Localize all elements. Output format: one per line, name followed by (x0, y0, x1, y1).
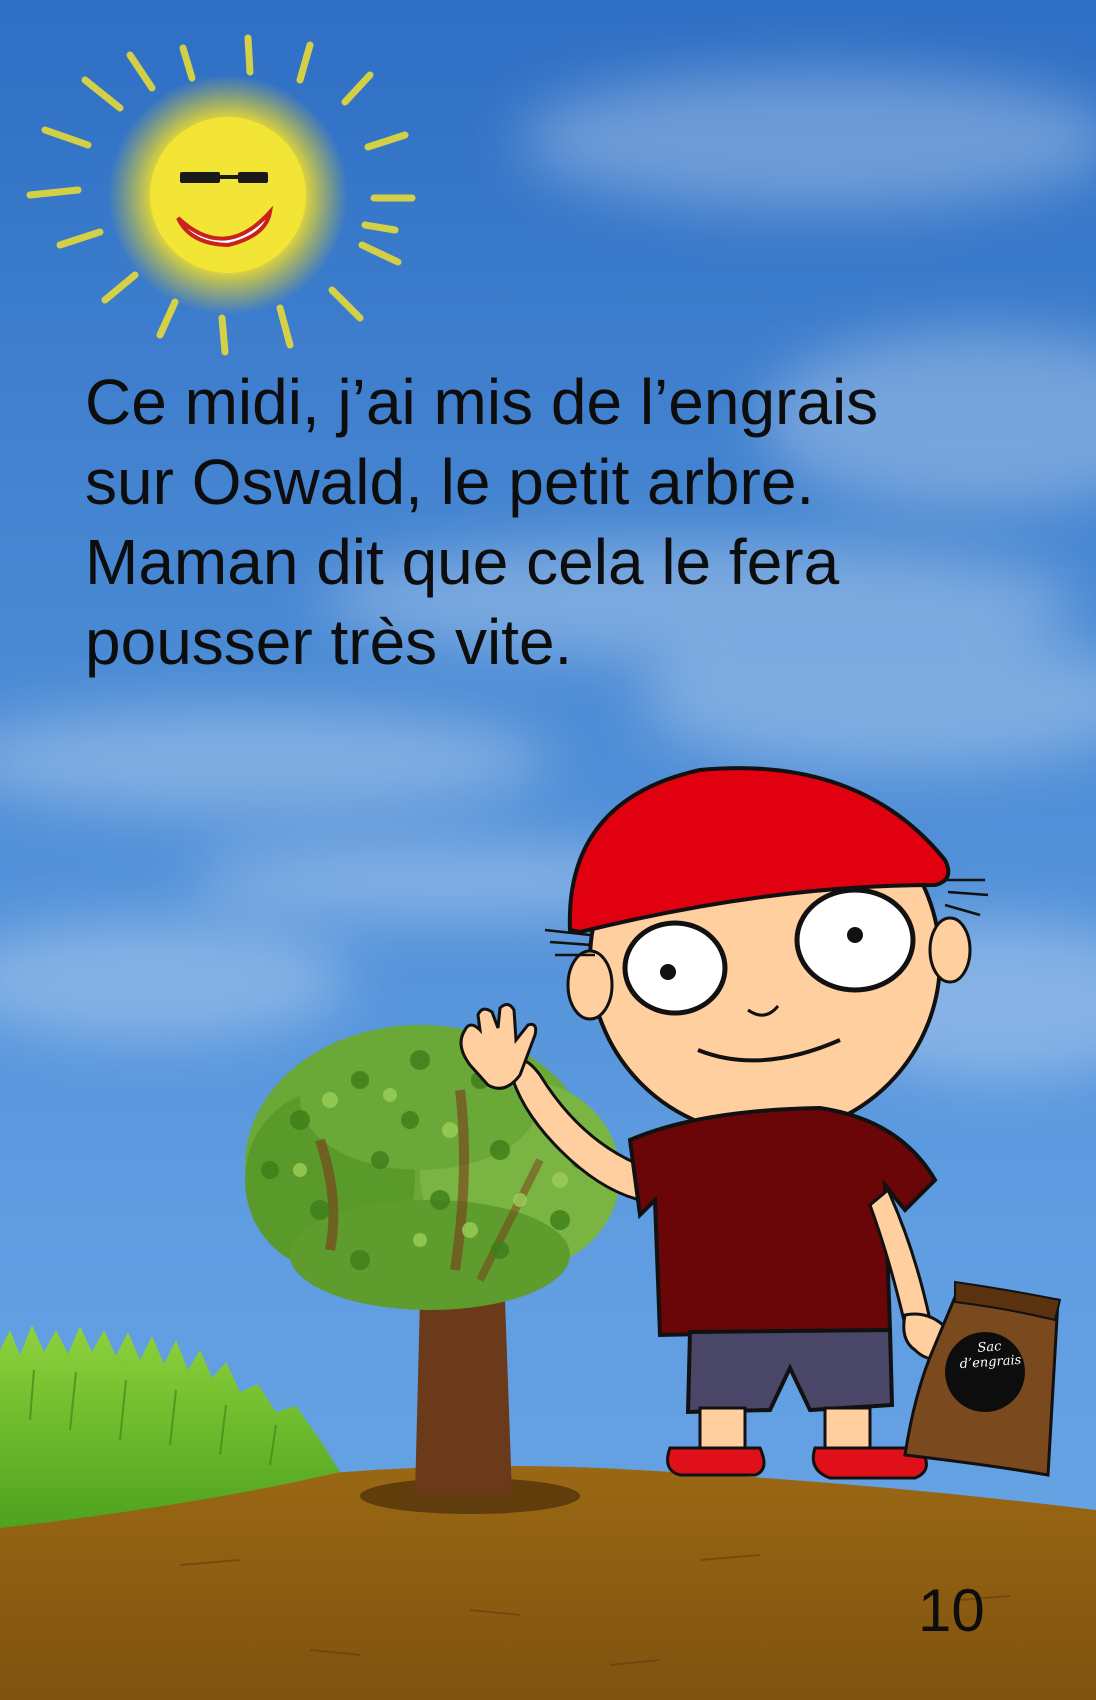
boy-character (459, 766, 989, 1480)
fertilizer-bag-label: Sac d’engrais (949, 1337, 1031, 1373)
boy-right-ear (928, 916, 972, 984)
story-line-3: Maman dit que cela le fera (85, 526, 840, 598)
storybook-page: Sac d’engrais Ce midi, j’ai mis de l’eng… (0, 0, 1096, 1700)
page-number: 10 (918, 1577, 985, 1644)
fertilizer-bag-label-line1: Sac (977, 1339, 1002, 1356)
boy-left-ear (566, 949, 614, 1021)
boy-left-shoe (666, 1446, 766, 1477)
sun (26, 34, 416, 356)
story-line-2: sur Oswald, le petit arbre. (85, 446, 815, 518)
tree-foliage (245, 1025, 620, 1310)
story-line-1: Ce midi, j’ai mis de l’engrais (85, 366, 879, 438)
illustration (0, 34, 1096, 1700)
tree-trunk (415, 1300, 512, 1495)
story-line-4: pousser très vite. (85, 606, 573, 678)
boy-left-eye (622, 920, 728, 1016)
boy-right-leg (823, 1406, 872, 1455)
boy-left-leg (698, 1406, 747, 1455)
boy-shorts (685, 1327, 895, 1415)
story-text: Ce midi, j’ai mis de l’engrais sur Oswal… (85, 362, 985, 682)
